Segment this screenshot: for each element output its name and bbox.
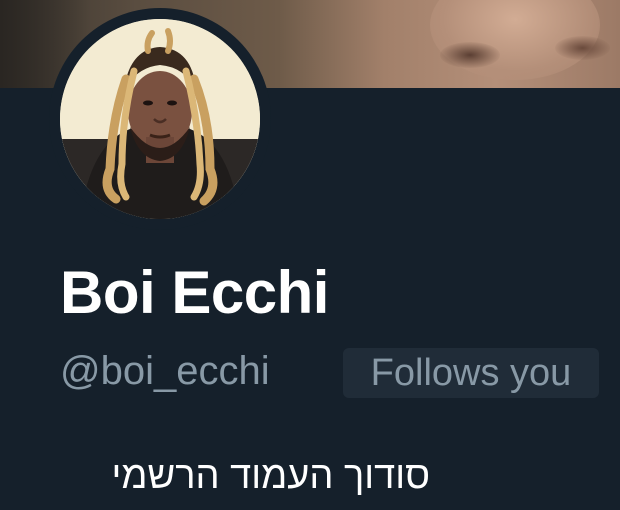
avatar[interactable] [60,19,260,219]
banner-face-shadow [440,42,500,68]
profile-handle: @boi_ecchi [60,349,270,393]
banner-face-shadow [555,36,610,60]
profile-bio: סודוך העמוד הרשמי [111,455,430,497]
avatar-photo [60,19,260,219]
profile-display-name: Boi Ecchi [60,259,329,326]
follows-you-badge: Follows you [343,348,599,398]
